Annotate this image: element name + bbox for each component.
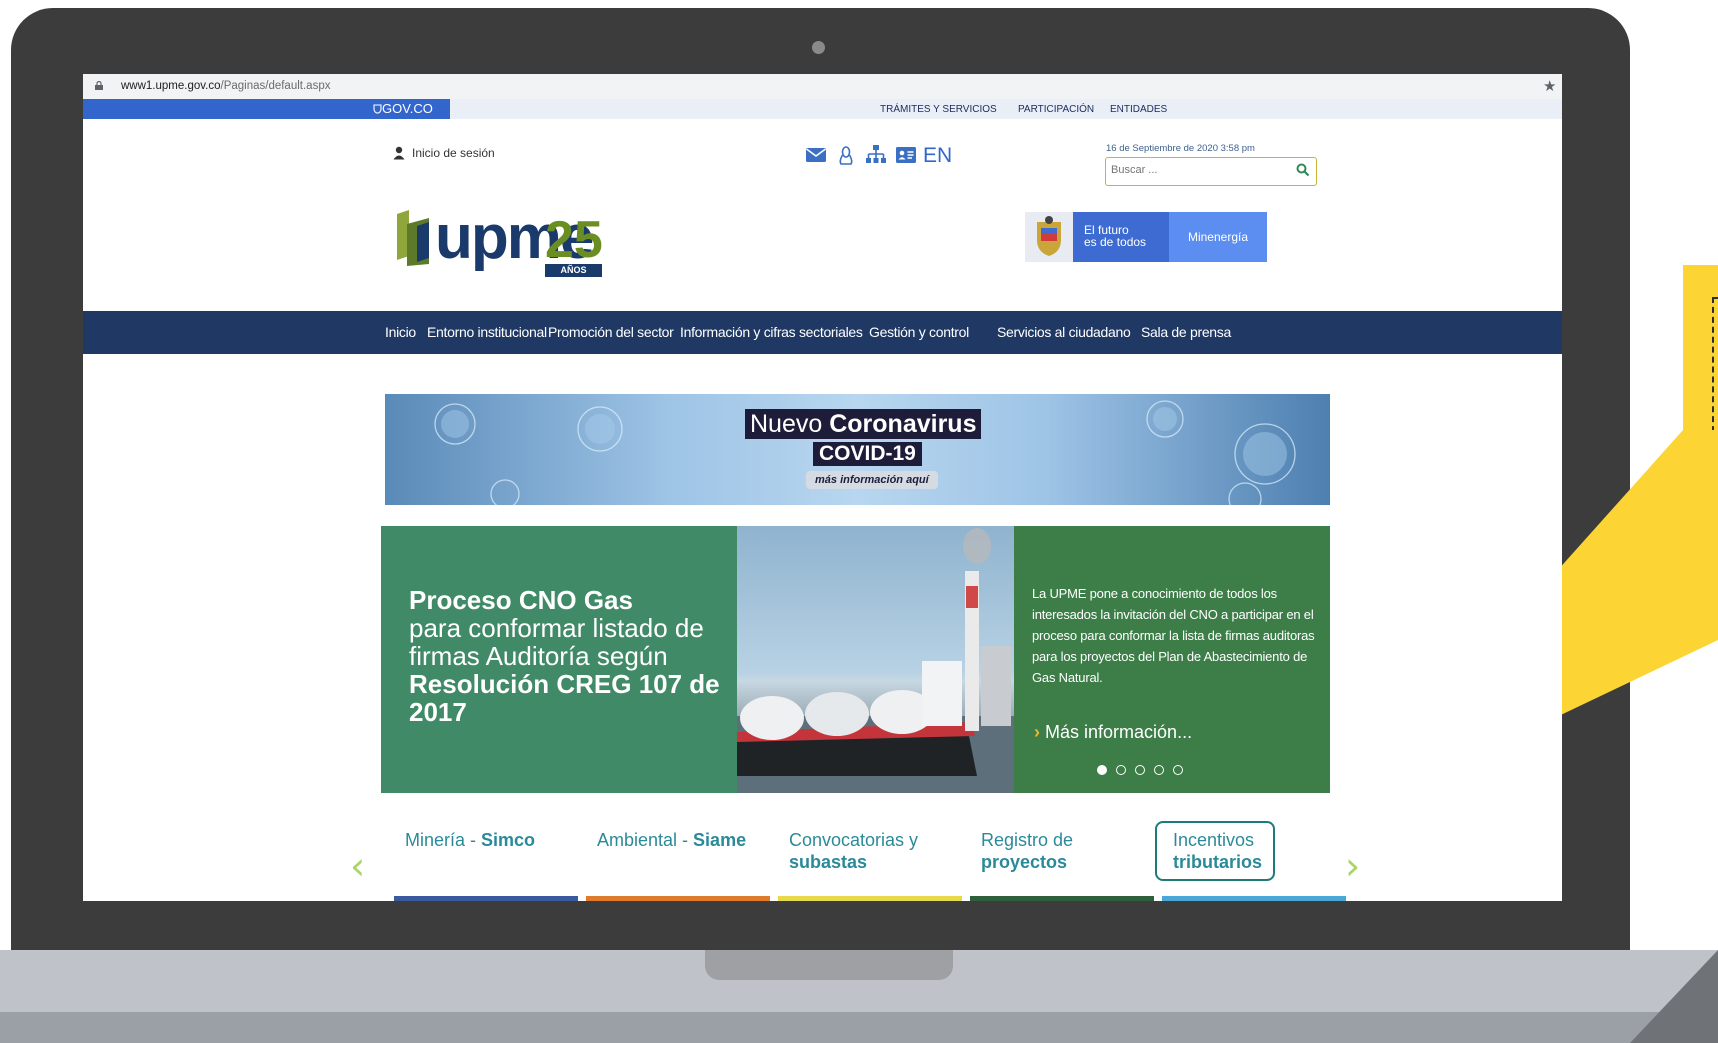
laptop-base-edge — [0, 1012, 1718, 1043]
tile-incentivos-bold: tributarios — [1173, 852, 1263, 872]
ministry-label: Minenergía — [1169, 212, 1267, 262]
tile-bar-registro — [970, 896, 1154, 901]
tile-bar-mineria — [394, 896, 578, 901]
gas-ship-photo — [737, 526, 1014, 793]
tile-incentivos-light: Incentivos — [1173, 830, 1255, 850]
gov-link-tramites[interactable]: TRÁMITES Y SERVICIOS — [880, 104, 997, 115]
slide-description: La UPME pone a conocimiento de todos los… — [1032, 586, 1315, 685]
nav-item-entorno[interactable]: Entorno institucional — [427, 324, 547, 340]
future-slogan-line2: es de todos — [1084, 235, 1147, 249]
covid-banner[interactable]: Nuevo Coronavirus COVID-19 más informaci… — [385, 394, 1330, 505]
tile-ambiental-bold: Siame — [693, 830, 747, 850]
search-input[interactable] — [1111, 164, 1281, 176]
sitemap-icon[interactable] — [865, 144, 887, 166]
laptop-notch — [705, 950, 953, 980]
slide-title-light: para conformar listado de firmas Auditor… — [409, 613, 704, 671]
chevron-right-icon: › — [1034, 722, 1040, 742]
tiles-prev-arrow[interactable]: ‹ — [350, 844, 365, 888]
nav-item-gestion[interactable]: Gestión y control — [869, 324, 969, 340]
login-link[interactable]: Inicio de sesión — [412, 146, 495, 160]
tiles-next-arrow[interactable]: › — [1345, 844, 1360, 888]
covid-title: Nuevo Coronavirus — [745, 409, 982, 439]
search-box — [1105, 157, 1317, 186]
laptop-camera — [812, 41, 825, 54]
tile-bar-ambiental — [586, 896, 770, 901]
upme-logo-mark[interactable] — [395, 210, 431, 266]
slider-dot-3[interactable] — [1135, 765, 1145, 775]
user-icon — [393, 146, 405, 160]
covid-more-info[interactable]: más información aquí — [806, 471, 938, 489]
tile-convocatorias[interactable]: Convocatorias y subastas — [789, 829, 918, 873]
nav-item-prensa[interactable]: Sala de prensa — [1141, 324, 1231, 340]
covid-title-light: Nuevo — [750, 410, 830, 438]
tile-incentivos[interactable]: Incentivos tributarios — [1173, 829, 1262, 873]
tile-registro-bold: proyectos — [981, 852, 1068, 872]
url-host: www1.upme.gov.co — [121, 80, 221, 92]
search-icon[interactable] — [1296, 163, 1310, 177]
covid-title-bold: Coronavirus — [829, 410, 977, 438]
envelope-icon[interactable] — [805, 144, 827, 166]
lock-icon — [95, 81, 103, 90]
gov-co-label: GOV.CO — [382, 101, 433, 116]
tile-mineria[interactable]: Minería - Simco — [405, 829, 535, 851]
nav-item-promocion[interactable]: Promoción del sector — [548, 324, 674, 340]
upme-logo-25: 25 — [545, 211, 603, 269]
tile-convocatorias-bold: subastas — [789, 852, 868, 872]
tile-registro-light: Registro de — [981, 830, 1074, 850]
browser-screen: www1.upme.gov.co/Paginas/default.aspx ★ … — [83, 74, 1562, 901]
slider-dot-1[interactable] — [1097, 765, 1107, 775]
tile-registro[interactable]: Registro de proyectos — [981, 829, 1073, 873]
laptop-base-corner — [1630, 950, 1718, 1043]
slide-title-panel: Proceso CNO Gas para conformar listado de… — [381, 526, 737, 793]
government-banner[interactable]: El futuro es de todos Minenergía — [1025, 212, 1267, 262]
tile-convocatorias-light: Convocatorias y — [789, 830, 919, 850]
id-card-icon[interactable] — [895, 144, 917, 166]
colombia-shield-icon — [373, 104, 382, 114]
tile-bar-incentivos — [1162, 896, 1346, 901]
slider-dot-2[interactable] — [1116, 765, 1126, 775]
slide-title: Proceso CNO Gas para conformar listado de… — [409, 586, 729, 726]
future-slogan: El futuro es de todos — [1073, 212, 1169, 262]
nav-item-informacion[interactable]: Información y cifras sectoriales — [680, 324, 863, 340]
slider-dot-4[interactable] — [1154, 765, 1164, 775]
slide-title-bold1: Proceso CNO Gas — [409, 585, 633, 615]
slider-dot-5[interactable] — [1173, 765, 1183, 775]
colombia-coat-of-arms — [1025, 212, 1073, 262]
slide-title-bold2: Resolución CREG 107 de 2017 — [409, 669, 720, 727]
address-bar[interactable]: www1.upme.gov.co/Paginas/default.aspx ★ — [83, 74, 1562, 99]
gov-co-logo[interactable]: GOV.CO — [373, 101, 433, 116]
more-info-label: Más información... — [1045, 722, 1193, 742]
tile-mineria-bold: Simco — [481, 830, 536, 850]
url-text[interactable]: www1.upme.gov.co/Paginas/default.aspx — [121, 80, 330, 92]
tile-bar-convocatorias — [778, 896, 962, 901]
tile-mineria-light: Minería - — [405, 830, 482, 850]
upme-logo-years: AÑOS — [545, 264, 602, 277]
main-nav: Inicio Entorno institucional Promoción d… — [83, 311, 1562, 354]
covid-subtitle: COVID-19 — [813, 442, 922, 466]
more-info-link[interactable]: › Más información... — [1034, 722, 1192, 743]
gov-link-participacion[interactable]: PARTICIPACIÓN — [1018, 104, 1094, 115]
bookmark-star-icon[interactable]: ★ — [1543, 77, 1556, 95]
url-path: /Paginas/default.aspx — [220, 80, 331, 92]
current-date: 16 de Septiembre de 2020 3:58 pm — [1106, 143, 1255, 154]
gov-link-entidades[interactable]: ENTIDADES — [1110, 104, 1167, 115]
linux-icon[interactable] — [835, 144, 857, 166]
nav-item-servicios[interactable]: Servicios al ciudadano — [997, 324, 1131, 340]
tile-ambiental-light: Ambiental - — [597, 830, 694, 850]
nav-item-inicio[interactable]: Inicio — [385, 324, 416, 340]
language-toggle[interactable]: EN — [923, 144, 952, 168]
news-slider: Proceso CNO Gas para conformar listado de… — [381, 526, 1330, 793]
slide-description-panel: La UPME pone a conocimiento de todos los… — [1014, 526, 1330, 793]
tile-ambiental[interactable]: Ambiental - Siame — [597, 829, 746, 851]
